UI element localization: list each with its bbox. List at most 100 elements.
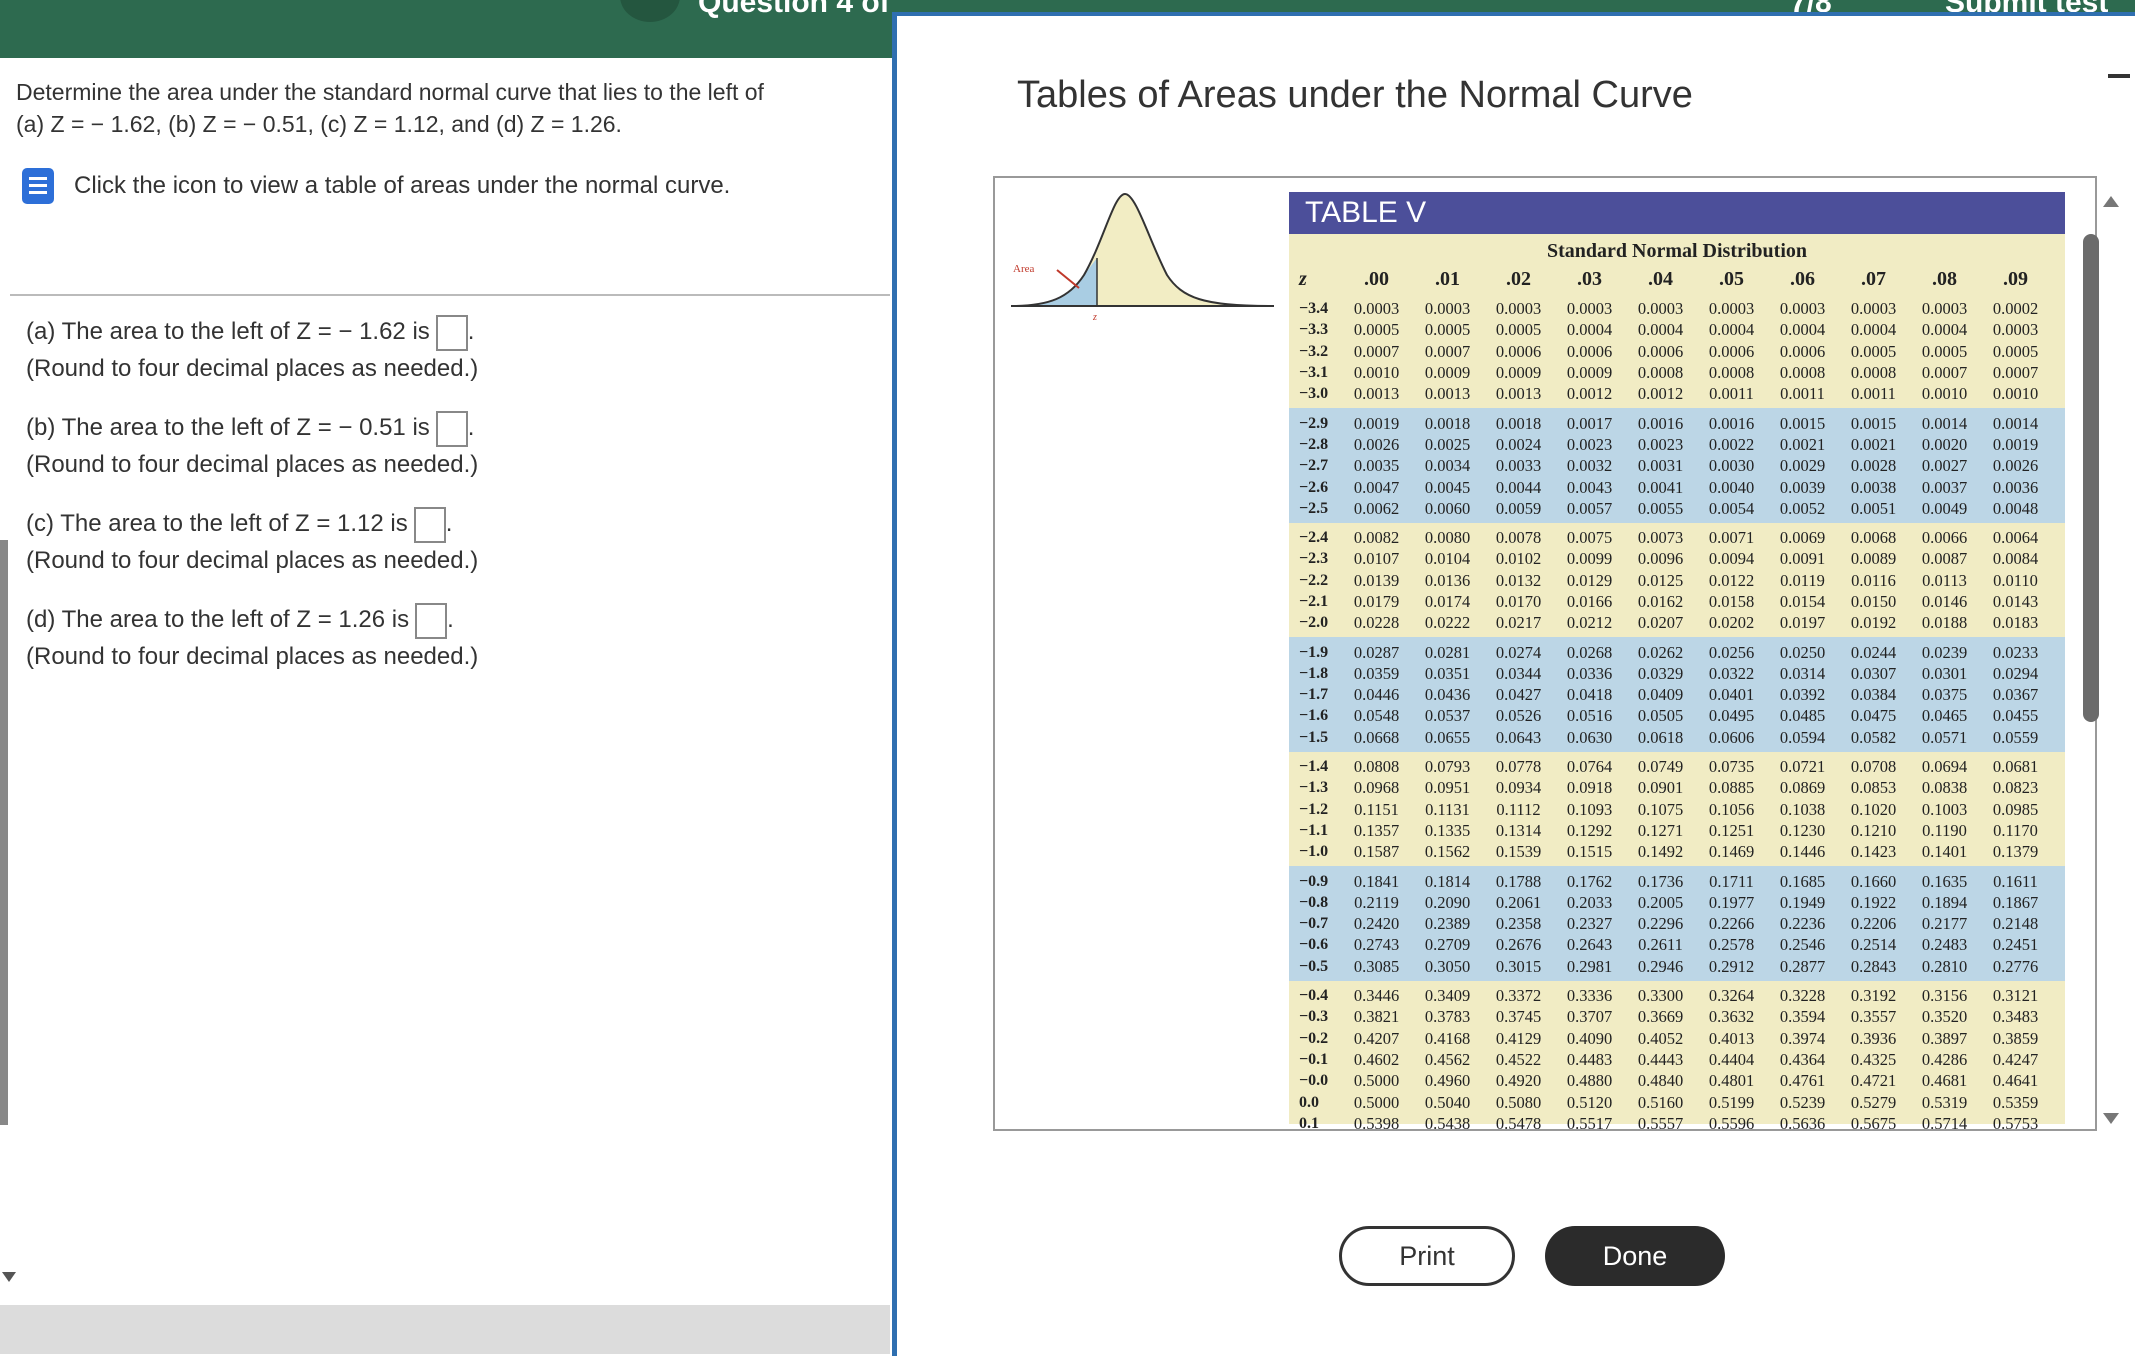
table-link[interactable]: Click the icon to view a table of areas … bbox=[22, 166, 730, 206]
area-value: 0.3446 bbox=[1353, 986, 1400, 1006]
area-value: 0.2743 bbox=[1353, 935, 1400, 955]
area-value: 0.5040 bbox=[1424, 1092, 1471, 1112]
scrollbar-thumb[interactable] bbox=[2083, 234, 2099, 722]
area-value: 0.0003 bbox=[1424, 299, 1471, 319]
area-value: 0.0008 bbox=[1779, 363, 1826, 383]
area-value: 0.0985 bbox=[1992, 799, 2039, 819]
scroll-up-icon[interactable] bbox=[2103, 196, 2119, 207]
area-value: 0.1003 bbox=[1921, 799, 1968, 819]
area-value: 0.0409 bbox=[1637, 685, 1684, 705]
answer-input-d[interactable] bbox=[415, 602, 448, 639]
nav-back-button[interactable] bbox=[620, 0, 680, 22]
area-value: 0.0059 bbox=[1495, 498, 1542, 518]
area-value: 0.4721 bbox=[1850, 1071, 1897, 1091]
area-value: 0.5080 bbox=[1495, 1092, 1542, 1112]
scroll-down-icon[interactable] bbox=[2103, 1113, 2119, 1124]
area-value: 0.0418 bbox=[1566, 685, 1613, 705]
answer-input-a[interactable] bbox=[435, 314, 468, 351]
area-value: 0.1922 bbox=[1850, 892, 1897, 912]
area-value: 0.4052 bbox=[1637, 1028, 1684, 1048]
area-value: 0.4641 bbox=[1992, 1071, 2039, 1091]
z-value: 0.1 bbox=[1299, 1114, 1319, 1131]
area-value: 0.0256 bbox=[1708, 642, 1755, 662]
area-value: 0.0005 bbox=[1495, 320, 1542, 340]
area-value: 0.0110 bbox=[1993, 570, 2038, 590]
z-value: −1.0 bbox=[1299, 843, 1329, 861]
z-value: −1.2 bbox=[1299, 800, 1329, 818]
area-value: 0.0039 bbox=[1779, 477, 1826, 497]
area-value: 0.0047 bbox=[1353, 477, 1400, 497]
answer-input-c[interactable] bbox=[413, 506, 446, 543]
scroll-down-icon[interactable] bbox=[2, 1272, 16, 1282]
area-value: 0.1112 bbox=[1496, 799, 1541, 819]
area-value: 0.0505 bbox=[1637, 706, 1684, 726]
area-value: 0.0007 bbox=[1353, 341, 1400, 361]
area-value: 0.1210 bbox=[1850, 820, 1897, 840]
print-button[interactable]: Print bbox=[1339, 1226, 1515, 1286]
area-value: 0.1660 bbox=[1850, 871, 1897, 891]
area-value: 0.0009 bbox=[1566, 363, 1613, 383]
area-value: 0.5160 bbox=[1637, 1092, 1684, 1112]
area-value: 0.0018 bbox=[1495, 413, 1542, 433]
area-value: 0.4562 bbox=[1424, 1049, 1471, 1069]
area-value: 0.1075 bbox=[1637, 799, 1684, 819]
area-value: 0.5120 bbox=[1566, 1092, 1613, 1112]
area-value: 0.0197 bbox=[1779, 613, 1826, 633]
area-value: 0.0154 bbox=[1779, 592, 1826, 611]
area-value: 0.0179 bbox=[1353, 592, 1400, 611]
area-value: 0.0170 bbox=[1495, 592, 1542, 611]
area-value: 0.0951 bbox=[1424, 778, 1471, 798]
z-value: −0.8 bbox=[1299, 893, 1329, 911]
area-value: 0.1736 bbox=[1637, 871, 1684, 891]
area-value: 0.0793 bbox=[1424, 757, 1471, 777]
table-row: −2.0 0.0228 0.0222 0.0217 0.0212 0.0207 0.0202… bbox=[1289, 612, 2065, 633]
done-button[interactable]: Done bbox=[1545, 1226, 1725, 1286]
area-value: 0.0004 bbox=[1708, 320, 1755, 340]
book-icon[interactable] bbox=[22, 168, 54, 204]
area-value: 0.1038 bbox=[1779, 799, 1826, 819]
area-value: 0.2776 bbox=[1992, 956, 2039, 976]
table-row: −2.6 0.0047 0.0045 0.0044 0.0043 0.0041 0.0040… bbox=[1289, 476, 2065, 497]
area-value: 0.0024 bbox=[1495, 434, 1542, 454]
area-value: 0.4681 bbox=[1921, 1071, 1968, 1091]
area-value: 0.1423 bbox=[1850, 842, 1897, 862]
area-value: 0.0019 bbox=[1992, 434, 2039, 454]
area-value: 0.0655 bbox=[1424, 727, 1471, 747]
area-value: 0.0007 bbox=[1992, 363, 2039, 383]
area-value: 0.0104 bbox=[1424, 549, 1471, 569]
z-value: −0.2 bbox=[1299, 1029, 1329, 1047]
z-value: −3.0 bbox=[1299, 385, 1329, 403]
area-value: 0.0023 bbox=[1637, 434, 1684, 454]
table-row: −0.6 0.2743 0.2709 0.2676 0.2643 0.2611 0.2578… bbox=[1289, 934, 2065, 955]
area-value: 0.0162 bbox=[1637, 592, 1684, 611]
area-value: 0.2389 bbox=[1424, 914, 1471, 934]
area-value: 0.0136 bbox=[1424, 570, 1471, 590]
area-value: 0.3669 bbox=[1637, 1007, 1684, 1027]
area-value: 0.0207 bbox=[1637, 613, 1684, 633]
answer-input-b[interactable] bbox=[435, 410, 468, 447]
area-value: 0.0485 bbox=[1779, 706, 1826, 726]
z-value: −2.2 bbox=[1299, 571, 1329, 589]
area-value: 0.0016 bbox=[1708, 413, 1755, 433]
area-value: 0.3483 bbox=[1992, 1007, 2039, 1027]
area-value: 0.0003 bbox=[1566, 299, 1613, 319]
area-value: 0.0401 bbox=[1708, 685, 1755, 705]
left-scroll-edge[interactable] bbox=[0, 540, 8, 1125]
table-row: −0.0 0.5000 0.4960 0.4920 0.4880 0.4840 0.4801… bbox=[1289, 1070, 2065, 1091]
z-value: −0.4 bbox=[1299, 987, 1329, 1005]
z-value: −0.0 bbox=[1299, 1072, 1329, 1090]
part-a-label: (a) The area to the left of Z = − 1.62 i… bbox=[26, 318, 430, 345]
question-label: Question 4 of bbox=[698, 0, 890, 19]
area-value: 0.0183 bbox=[1992, 613, 2039, 633]
z-value: −1.4 bbox=[1299, 758, 1329, 776]
area-value: 0.0003 bbox=[1708, 299, 1755, 319]
area-value: 0.0125 bbox=[1637, 570, 1684, 590]
area-value: 0.5359 bbox=[1992, 1092, 2039, 1112]
table-link-text[interactable]: Click the icon to view a table of areas … bbox=[74, 172, 730, 200]
table-row: −2.7 0.0035 0.0034 0.0033 0.0032 0.0031 0.0030… bbox=[1289, 455, 2065, 476]
table-row: −3.0 0.0013 0.0013 0.0013 0.0012 0.0012 0.0011… bbox=[1289, 383, 2065, 404]
close-icon[interactable] bbox=[2108, 74, 2130, 78]
area-value: 0.0037 bbox=[1921, 477, 1968, 497]
area-value: 0.0004 bbox=[1566, 320, 1613, 340]
bottom-bar bbox=[0, 1305, 890, 1354]
